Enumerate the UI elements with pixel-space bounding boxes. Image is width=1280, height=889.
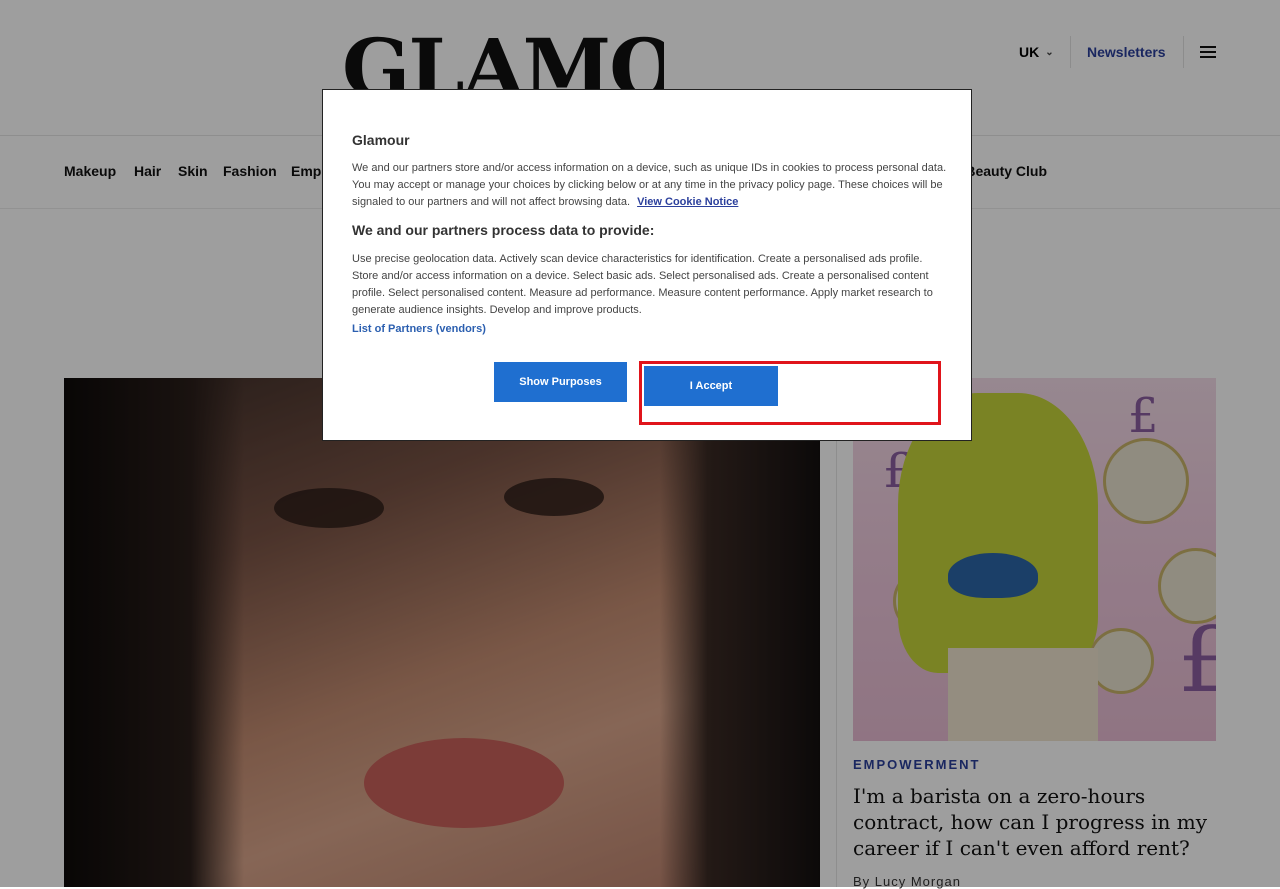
accept-highlight-box [639, 361, 941, 425]
purposes-text: Use precise geolocation data. Actively s… [352, 253, 933, 316]
dialog-intro-text: We and our partners store and/or access … [352, 160, 947, 211]
cookie-notice-link[interactable]: View Cookie Notice [637, 196, 738, 208]
partners-link[interactable]: List of Partners (vendors) [352, 323, 486, 335]
dialog-subtitle: We and our partners process data to prov… [352, 222, 655, 238]
show-purposes-button[interactable]: Show Purposes [494, 362, 627, 402]
dialog-title: Glamour [352, 132, 410, 148]
